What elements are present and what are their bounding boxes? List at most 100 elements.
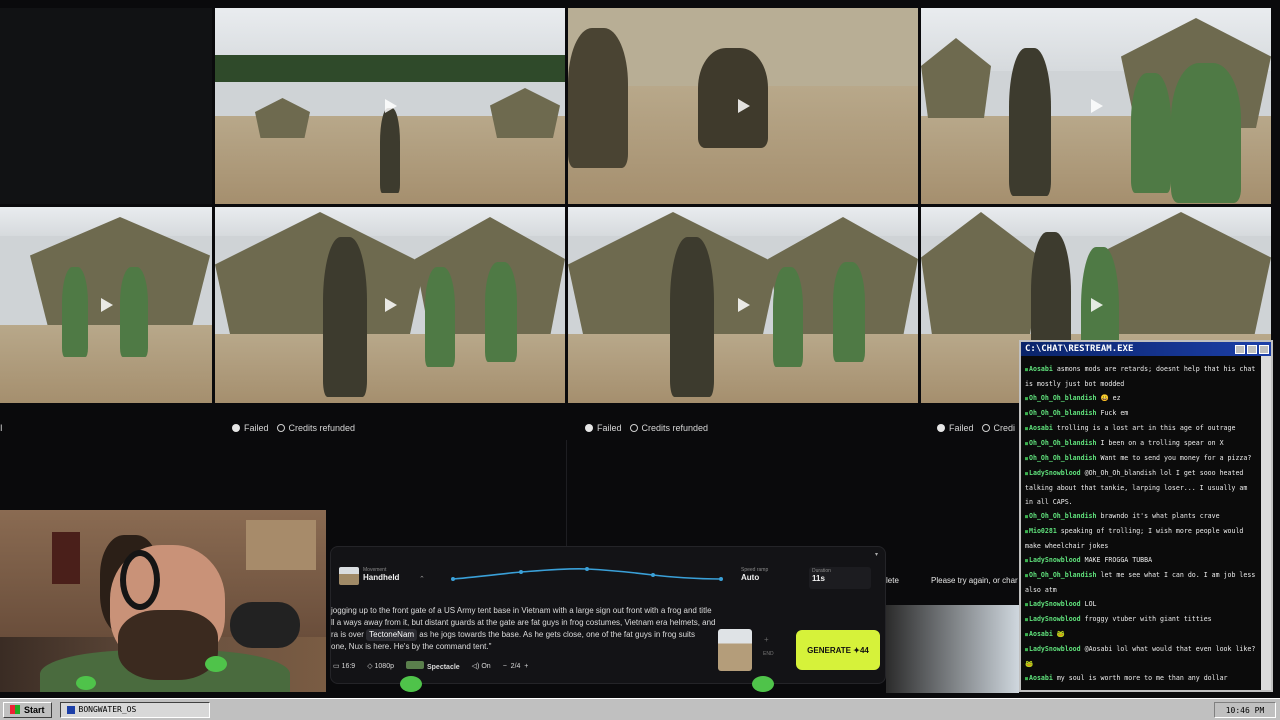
- chat-username[interactable]: Oh_Oh_Oh_blandish: [1025, 571, 1097, 579]
- generate-button[interactable]: GENERATE ✦ 44: [796, 630, 880, 670]
- play-icon[interactable]: [1091, 99, 1103, 113]
- chat-username[interactable]: Aosabi: [1025, 674, 1053, 682]
- error-hint: Please try again, or char: [931, 576, 1018, 585]
- video-tile-camp-2[interactable]: [215, 207, 565, 403]
- style-value: Spectacle: [426, 664, 460, 671]
- chat-username[interactable]: LadySnowblood: [1025, 600, 1081, 608]
- close-icon[interactable]: ▾: [875, 551, 878, 558]
- column-divider: [566, 440, 567, 550]
- chat-text: trolling is a lost art in this age of ou…: [1052, 424, 1236, 432]
- chat-window[interactable]: C:\CHAT\RESTREAM.EXE Aosabi asmons mods …: [1019, 340, 1273, 692]
- frog-sticker-icon: [205, 656, 227, 672]
- chat-username[interactable]: LadySnowblood: [1025, 469, 1081, 477]
- failed-badge: Failed: [232, 423, 269, 433]
- soldier: [1171, 63, 1241, 203]
- chat-username[interactable]: Mio0281: [1025, 527, 1057, 535]
- play-icon[interactable]: [101, 298, 113, 312]
- start-button[interactable]: Start: [3, 701, 52, 718]
- chat-scrollbar[interactable]: [1261, 356, 1271, 690]
- video-tile-camp-1[interactable]: [0, 207, 212, 403]
- video-tile-boots[interactable]: [568, 8, 918, 204]
- sparkle-icon: ✦: [853, 645, 860, 655]
- chat-username[interactable]: Aosabi: [1025, 424, 1053, 432]
- chat-username[interactable]: Oh_Oh_Oh_blandish: [1025, 394, 1097, 402]
- info-icon: [981, 424, 990, 432]
- chat-username[interactable]: Aosabi: [1025, 630, 1053, 638]
- tent: [490, 88, 560, 138]
- play-icon[interactable]: [1091, 298, 1103, 312]
- taskbar-item[interactable]: BONGWATER_OS: [59, 701, 210, 718]
- soldier: [62, 267, 88, 357]
- microphone-icon: [230, 602, 300, 648]
- wall-poster: [52, 532, 80, 584]
- tree-line: [215, 55, 565, 83]
- speed-curve[interactable]: [447, 563, 727, 587]
- maximize-icon[interactable]: [1247, 344, 1257, 354]
- failed-label: Failed: [949, 423, 974, 433]
- chat-username[interactable]: Oh_Oh_Oh_blandish: [1025, 512, 1097, 520]
- chat-message: Oh_Oh_Oh_blandish Fuck em: [1025, 406, 1259, 421]
- character-chip[interactable]: TectoneNam: [366, 629, 418, 641]
- video-tile-gate-walk[interactable]: [215, 8, 565, 204]
- count-stepper[interactable]: − 2/4 +: [503, 663, 529, 670]
- chat-text: froggy vtuber with giant titties: [1080, 615, 1212, 623]
- chat-username[interactable]: Aosabi: [1025, 365, 1053, 373]
- chat-username[interactable]: Oh_Oh_Oh_blandish: [1025, 454, 1097, 462]
- sound-value: On: [481, 663, 491, 670]
- chat-message: Oh_Oh_Oh_blandish Want me to send you mo…: [1025, 451, 1259, 466]
- refund-badge: Credits refunded: [629, 423, 708, 433]
- info-icon: [276, 424, 285, 432]
- chat-username[interactable]: Oh_Oh_Oh_blandish: [1025, 439, 1097, 447]
- prompt-line: ll a ways away from it, but distant guar…: [331, 618, 716, 627]
- plus-icon[interactable]: +: [764, 635, 769, 644]
- play-icon[interactable]: [385, 99, 397, 113]
- status-left-fragment: I: [0, 423, 3, 433]
- taskbar: Start BONGWATER_OS 10:46 PM: [0, 698, 1280, 720]
- speed-select[interactable]: Speed ramp Auto: [741, 567, 768, 582]
- status-row-2: Failed Credits refunded: [232, 423, 355, 433]
- end-frame-thumbnail[interactable]: [718, 629, 752, 671]
- resolution-button[interactable]: ◇ 1080p: [367, 662, 394, 670]
- chat-text: brawndo it's what plants crave: [1096, 512, 1220, 520]
- play-icon[interactable]: [738, 99, 750, 113]
- chat-text: 😀 ez: [1096, 394, 1121, 402]
- refund-badge: Credits refunded: [276, 423, 355, 433]
- failed-badge: Failed: [937, 423, 974, 433]
- chat-title: C:\CHAT\RESTREAM.EXE: [1025, 344, 1134, 354]
- movement-select[interactable]: Movement Handheld: [363, 567, 399, 582]
- movement-thumb: [339, 567, 359, 585]
- video-tile-soldiers[interactable]: [921, 8, 1271, 204]
- window-buttons: [1235, 344, 1269, 354]
- aspect-ratio-button[interactable]: ▭ 16:9: [333, 662, 355, 670]
- chat-username[interactable]: LadySnowblood: [1025, 615, 1081, 623]
- screen: I Failed Credits refunded Failed Credits…: [0, 0, 1280, 720]
- minimize-icon[interactable]: [1235, 344, 1245, 354]
- taskbar-item-label: BONGWATER_OS: [78, 705, 137, 714]
- chat-username[interactable]: Oh_Oh_Oh_blandish: [1025, 409, 1097, 417]
- style-button[interactable]: Spectacle: [405, 661, 460, 671]
- duration-select[interactable]: Duration 11s: [809, 567, 871, 589]
- preview-strip: [886, 605, 1019, 693]
- video-tile-blank: [0, 8, 212, 204]
- chat-message: LadySnowblood froggy vtuber with giant t…: [1025, 612, 1259, 627]
- start-label: Start: [24, 704, 45, 715]
- chat-message: LadySnowblood @Aosabi lol what would tha…: [1025, 642, 1259, 671]
- chat-titlebar[interactable]: C:\CHAT\RESTREAM.EXE: [1021, 342, 1271, 356]
- prompt-fragment: ra is over: [331, 630, 364, 639]
- delete-fragment[interactable]: lete: [886, 576, 899, 585]
- ground: [0, 324, 212, 403]
- chat-username[interactable]: LadySnowblood: [1025, 645, 1081, 653]
- play-icon[interactable]: [738, 298, 750, 312]
- chat-message: Oh_Oh_Oh_blandish 😀 ez: [1025, 391, 1259, 406]
- sound-toggle[interactable]: ◁) On: [472, 662, 491, 670]
- video-tile-camp-3[interactable]: [568, 207, 918, 403]
- soldier: [773, 267, 803, 367]
- close-icon[interactable]: [1259, 344, 1269, 354]
- soldier: [1131, 73, 1171, 193]
- chat-username[interactable]: LadySnowblood: [1025, 556, 1081, 564]
- play-icon[interactable]: [385, 298, 397, 312]
- x-circle-icon: [232, 424, 240, 432]
- prompt-input[interactable]: jogging up to the front gate of a US Arm…: [331, 605, 723, 653]
- failed-label: Failed: [244, 423, 269, 433]
- end-label: END: [763, 651, 774, 657]
